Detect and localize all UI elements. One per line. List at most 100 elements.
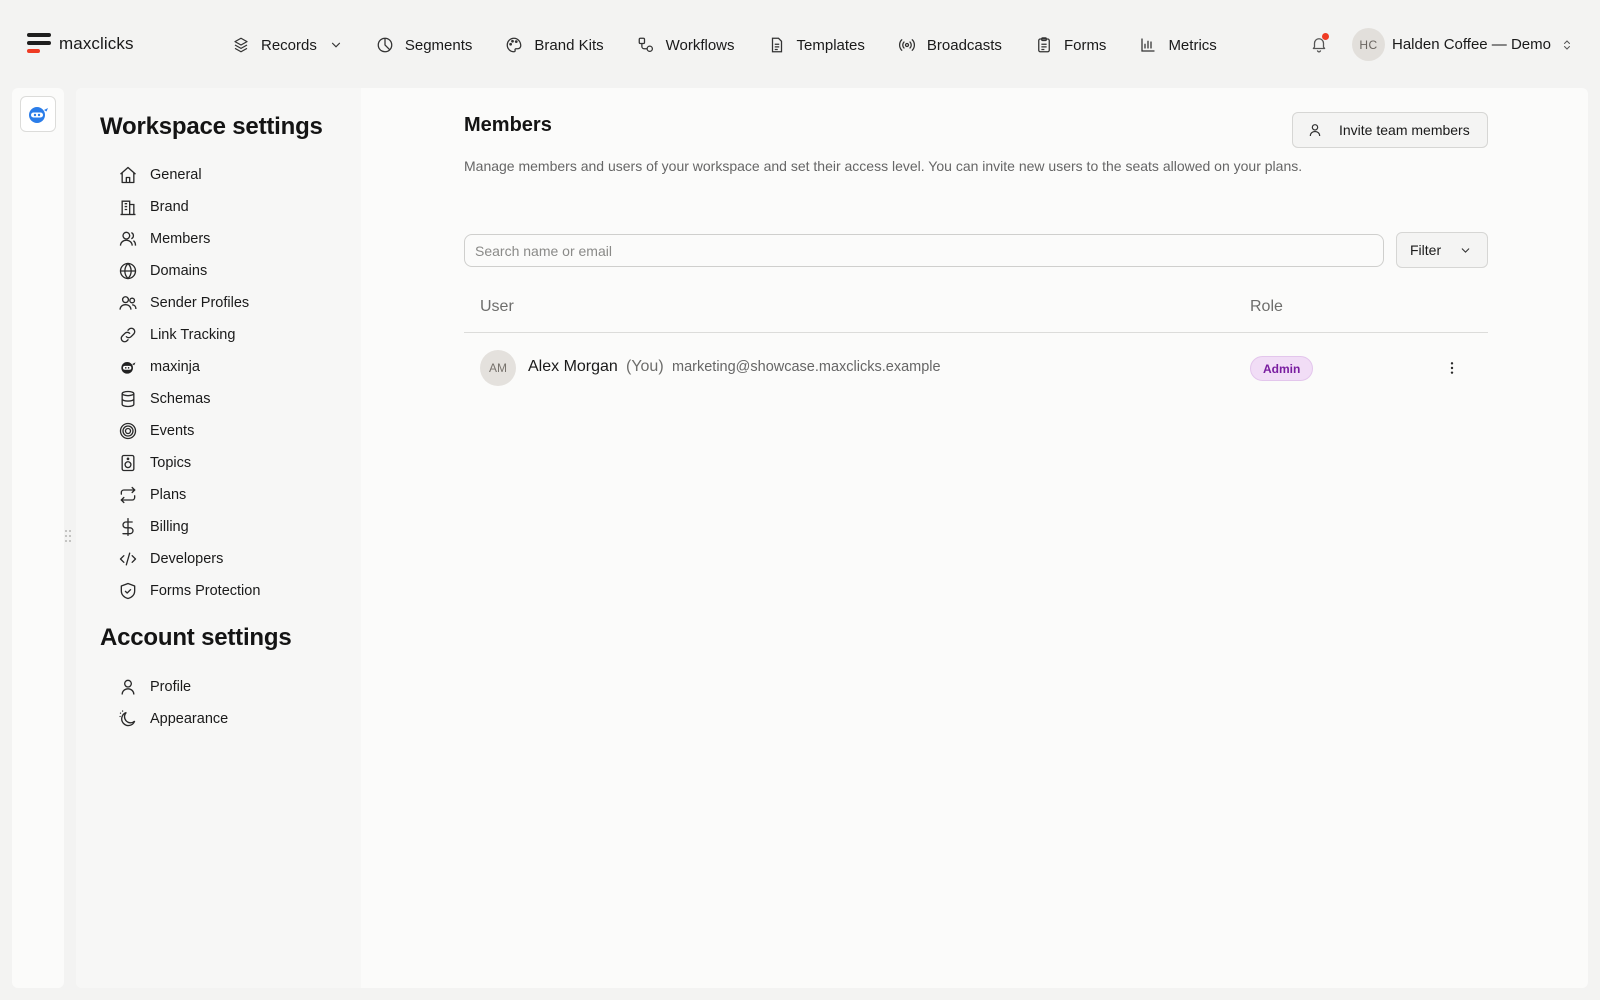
column-header-role[interactable]: Role (1250, 298, 1283, 316)
building-icon (120, 200, 136, 216)
user-icon (121, 679, 135, 695)
sidebar-item-label: Billing (150, 519, 189, 535)
nav-item-templates[interactable]: Templates (768, 34, 865, 56)
resize-handle[interactable] (65, 530, 73, 544)
invite-team-members-button[interactable]: Invite team members (1292, 112, 1488, 148)
ninja-icon (121, 362, 136, 374)
sidebar-item-label: Appearance (150, 711, 229, 727)
sidebar-item-label: Sender Profiles (150, 295, 250, 311)
users-icon (119, 296, 137, 310)
sidebar-item-profile[interactable]: Profile (118, 674, 191, 700)
sidebar-item-label: Schemas (150, 391, 211, 407)
column-header-user[interactable]: User (480, 298, 514, 316)
nav-item-label: Segments (404, 36, 473, 54)
chevron-up-down-icon (1563, 39, 1570, 50)
top-navigation-bar: maxclicks Records Segments Brand Kits Wo… (0, 0, 1600, 88)
pie-chart-icon (377, 37, 393, 53)
brand-logo[interactable]: maxclicks (27, 33, 134, 54)
nav-item-label: Metrics (1168, 36, 1217, 54)
speaker-icon (121, 454, 135, 472)
palette-icon (507, 37, 522, 53)
logo-mark-icon (27, 33, 51, 54)
settings-sidebar: Workspace settings General Brand Members… (76, 88, 361, 988)
workflow-icon (638, 37, 653, 53)
sidebar-item-domains[interactable]: Domains (118, 258, 207, 284)
globe-icon (119, 262, 137, 280)
sidebar-item-label: Domains (150, 263, 208, 279)
invite-button-label: Invite team members (1339, 122, 1470, 138)
link-icon (120, 327, 136, 343)
sidebar-item-label: Members (150, 231, 211, 247)
sidebar-item-label: General (150, 167, 202, 183)
sidebar-item-label: Topics (150, 455, 192, 471)
sidebar-item-general[interactable]: General (118, 162, 202, 188)
sidebar-item-plans[interactable]: Plans (118, 482, 186, 508)
sidebar-item-label: Plans (150, 487, 187, 503)
sidebar-item-events[interactable]: Events (118, 418, 194, 444)
sidebar-item-appearance[interactable]: Appearance (118, 706, 228, 732)
nav-item-label: Forms (1063, 36, 1107, 54)
sidebar-item-members[interactable]: Members (118, 226, 210, 252)
sidebar-item-link-tracking[interactable]: Link Tracking (118, 322, 235, 348)
row-actions-menu-button[interactable] (1440, 356, 1464, 380)
page-title: Members (464, 114, 552, 136)
nav-item-segments[interactable]: Segments (376, 34, 473, 56)
clipboard-icon (1038, 37, 1050, 53)
broadcast-icon (898, 39, 915, 51)
main-nav: Records Segments Brand Kits Workflows Te… (232, 34, 1250, 56)
bar-chart-icon (1141, 38, 1156, 52)
code-icon (119, 552, 137, 566)
shield-check-icon (120, 582, 136, 600)
member-name: Alex Morgan (528, 358, 618, 375)
filter-button[interactable]: Filter (1396, 232, 1488, 268)
workspace-switcher[interactable]: HC Halden Coffee — Demo (1352, 28, 1573, 61)
sidebar-item-label: maxinja (150, 359, 200, 375)
notification-dot (1322, 33, 1329, 40)
database-icon (121, 390, 135, 408)
sidebar-item-topics[interactable]: Topics (118, 450, 191, 476)
member-you-tag: (You) (626, 358, 664, 375)
sidebar-item-label: Brand (150, 199, 189, 215)
maxinja-assistant-button[interactable] (20, 96, 56, 132)
role-badge: Admin (1250, 356, 1314, 381)
brand-name: maxclicks (59, 33, 134, 53)
page-description: Manage members and users of your workspa… (464, 158, 1303, 174)
sidebar-item-maxinja[interactable]: maxinja (118, 354, 200, 380)
user-icon (1309, 124, 1321, 137)
sidebar-item-billing[interactable]: Billing (118, 514, 189, 540)
table-row[interactable]: AM Alex Morgan (You) marketing@showcase.… (464, 348, 1488, 386)
table-divider (464, 332, 1488, 333)
workspace-settings-heading: Workspace settings (100, 113, 323, 140)
settings-panel: Workspace settings General Brand Members… (76, 88, 1588, 988)
sidebar-item-developers[interactable]: Developers (118, 546, 223, 572)
nav-item-label: Templates (796, 36, 865, 54)
avatar: AM (480, 350, 516, 386)
dollar-icon (122, 518, 134, 536)
search-input[interactable] (464, 234, 1384, 267)
layers-icon (234, 37, 248, 53)
left-rail (12, 88, 64, 988)
sidebar-item-brand[interactable]: Brand (118, 194, 189, 220)
more-vertical-icon (1450, 362, 1454, 374)
sidebar-item-schemas[interactable]: Schemas (118, 386, 210, 412)
nav-item-broadcasts[interactable]: Broadcasts (898, 34, 1002, 56)
sidebar-item-label: Events (150, 423, 195, 439)
chevron-down-icon (1461, 247, 1470, 253)
nav-item-label: Workflows (665, 36, 735, 54)
nav-item-label: Broadcasts (926, 36, 1002, 54)
sidebar-item-forms-protection[interactable]: Forms Protection (118, 578, 260, 604)
sidebar-item-label: Developers (150, 551, 224, 567)
ninja-icon (29, 107, 48, 123)
nav-item-records[interactable]: Records (232, 34, 343, 56)
nav-item-brand-kits[interactable]: Brand Kits (505, 34, 604, 56)
user-icon (119, 231, 137, 246)
sidebar-item-sender-profiles[interactable]: Sender Profiles (118, 290, 249, 316)
nav-item-workflows[interactable]: Workflows (637, 34, 735, 56)
home-icon (120, 166, 136, 184)
nav-item-forms[interactable]: Forms (1035, 34, 1107, 56)
nav-item-label: Records (261, 36, 317, 54)
nav-item-metrics[interactable]: Metrics (1139, 34, 1217, 56)
chevron-down-icon (331, 42, 340, 48)
member-email: marketing@showcase.maxclicks.example (672, 359, 941, 375)
sidebar-item-label: Profile (150, 679, 192, 695)
